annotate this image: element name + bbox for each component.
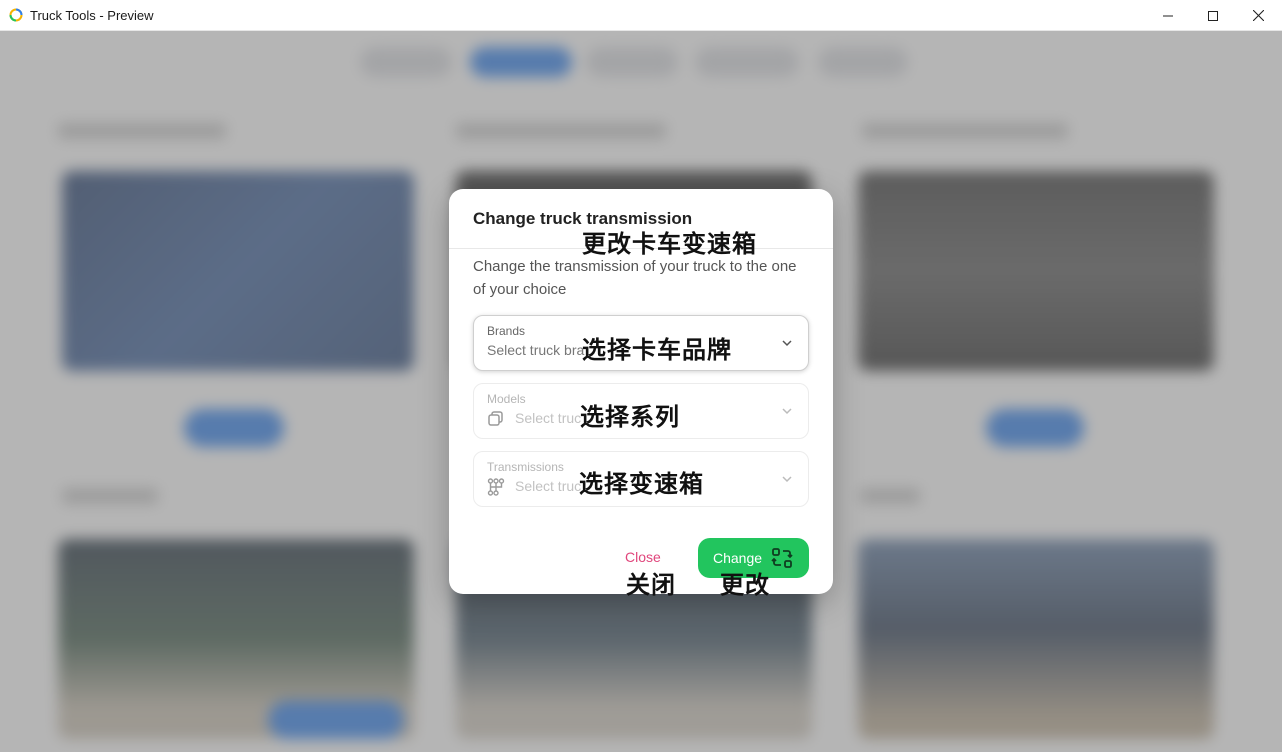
annotation-transmissions: 选择变速箱 bbox=[579, 470, 704, 498]
minimize-icon bbox=[1163, 15, 1173, 16]
maximize-icon bbox=[1208, 10, 1218, 21]
annotation-brands: 选择卡车品牌 bbox=[582, 336, 732, 364]
minimize-button[interactable] bbox=[1145, 0, 1191, 31]
brands-placeholder: Select truck bra bbox=[487, 342, 585, 358]
window-titlebar: Truck Tools - Preview bbox=[0, 0, 1282, 31]
chevron-down-icon bbox=[782, 340, 792, 347]
chevron-down-icon bbox=[782, 408, 792, 415]
transmissions-label: Transmissions bbox=[487, 460, 564, 474]
maximize-button[interactable] bbox=[1190, 0, 1236, 31]
copy-icon bbox=[488, 411, 503, 426]
change-button-label: Change bbox=[713, 550, 763, 566]
annotation-close: 关闭 bbox=[626, 571, 676, 599]
close-button[interactable]: Close bbox=[625, 549, 661, 565]
dialog-description: Change the transmission of your truck to… bbox=[473, 258, 797, 298]
transmissions-placeholder: Select truc bbox=[515, 478, 582, 494]
annotation-change: 更改 bbox=[720, 571, 770, 599]
window-title: Truck Tools - Preview bbox=[30, 8, 154, 23]
models-label: Models bbox=[487, 392, 526, 406]
models-placeholder: Select truc bbox=[515, 410, 582, 426]
annotation-title: 更改卡车变速箱 bbox=[582, 230, 757, 258]
swap-icon bbox=[771, 548, 793, 568]
gear-shift-icon bbox=[487, 478, 505, 496]
chevron-down-icon bbox=[782, 476, 792, 483]
close-icon bbox=[1252, 10, 1264, 21]
brands-label: Brands bbox=[487, 324, 526, 338]
annotation-models: 选择系列 bbox=[580, 403, 680, 431]
close-window-button[interactable] bbox=[1235, 0, 1281, 31]
app-logo-icon bbox=[9, 8, 23, 22]
